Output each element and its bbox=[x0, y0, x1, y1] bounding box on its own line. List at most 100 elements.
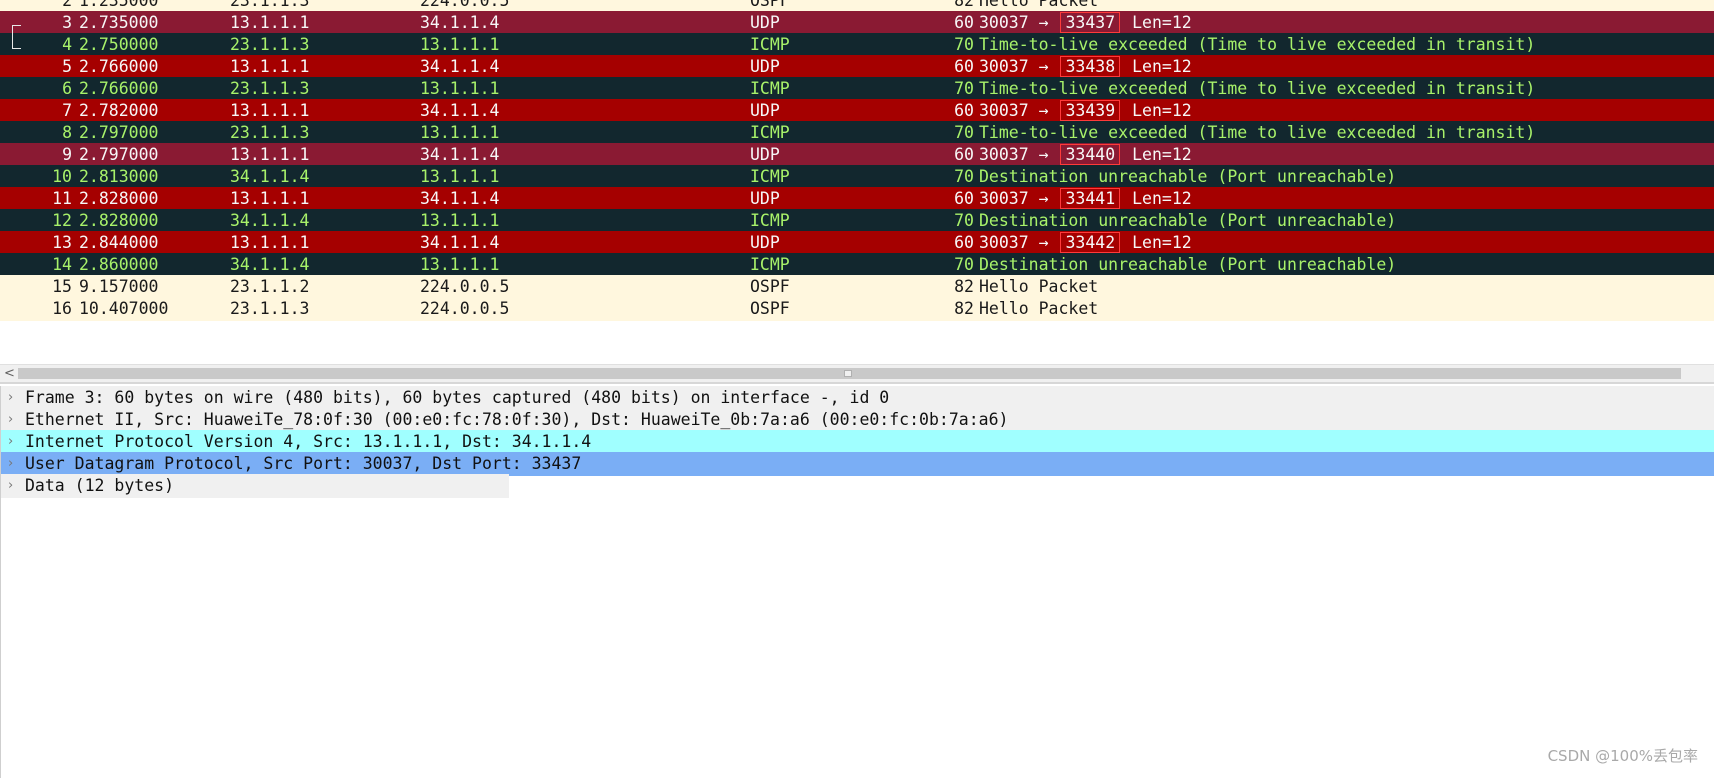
packet-number: 10 bbox=[52, 167, 72, 186]
packet-number: 16 bbox=[52, 299, 72, 318]
packet-number: 14 bbox=[52, 255, 72, 274]
packet-info: 30037 → 33440 Len=12 bbox=[979, 143, 1192, 167]
packet-info-len: Len=12 bbox=[1122, 145, 1192, 164]
packet-info-ports: 30037 → bbox=[979, 145, 1059, 164]
scrollbar-grip-icon[interactable] bbox=[844, 370, 852, 377]
packet-number: 5 bbox=[62, 57, 72, 76]
packet-number: 12 bbox=[52, 211, 72, 230]
packet-length: 60 bbox=[954, 13, 974, 32]
packet-destination: 34.1.1.4 bbox=[420, 233, 500, 252]
detail-tree-item[interactable]: › Frame 3: 60 bytes on wire (480 bits), 6… bbox=[1, 386, 1714, 410]
packet-info: Destination unreachable (Port unreachabl… bbox=[979, 167, 1397, 186]
packet-number: 13 bbox=[52, 233, 72, 252]
packet-row[interactable]: 15 9.157000 23.1.1.2 224.0.0.5 OSPF 82 Hello P… bbox=[0, 275, 1714, 299]
packet-time: 10.407000 bbox=[79, 299, 169, 318]
packet-time: 2.782000 bbox=[79, 101, 159, 120]
packet-source: 13.1.1.1 bbox=[230, 189, 310, 208]
packet-row[interactable]: 13 2.844000 13.1.1.1 34.1.1.4 UDP 60 30037 → 3… bbox=[0, 231, 1714, 255]
highlighted-dst-port: 33442 bbox=[1060, 232, 1121, 253]
packet-length: 70 bbox=[954, 211, 974, 230]
packet-protocol: OSPF bbox=[750, 277, 790, 296]
highlighted-dst-port: 33438 bbox=[1060, 56, 1121, 77]
packet-source: 23.1.1.3 bbox=[230, 299, 310, 318]
packet-time: 2.813000 bbox=[79, 167, 159, 186]
packet-length: 60 bbox=[954, 145, 974, 164]
packet-protocol: ICMP bbox=[750, 255, 790, 274]
packet-number: 6 bbox=[62, 79, 72, 98]
packet-row[interactable]: 11 2.828000 13.1.1.1 34.1.1.4 UDP 60 30037 → 3… bbox=[0, 187, 1714, 211]
packet-row[interactable]: 10 2.813000 34.1.1.4 13.1.1.1 ICMP 70 Destinat… bbox=[0, 165, 1714, 189]
packet-protocol: UDP bbox=[750, 13, 780, 32]
packet-row[interactable]: 16 10.407000 23.1.1.3 224.0.0.5 OSPF 82 Hello … bbox=[0, 297, 1714, 321]
packet-time: 2.797000 bbox=[79, 145, 159, 164]
packet-source: 23.1.1.3 bbox=[230, 123, 310, 142]
packet-info: Time-to-live exceeded (Time to live exce… bbox=[979, 35, 1536, 54]
packet-row[interactable]: 3 2.735000 13.1.1.1 34.1.1.4 UDP 60 30037 → 33… bbox=[0, 11, 1714, 35]
detail-tree-item[interactable]: › User Datagram Protocol, Src Port: 30037… bbox=[1, 452, 1714, 476]
packet-number: 3 bbox=[62, 13, 72, 32]
packet-length: 70 bbox=[954, 35, 974, 54]
packet-protocol: ICMP bbox=[750, 211, 790, 230]
detail-tree-label: User Datagram Protocol, Src Port: 30037,… bbox=[25, 454, 582, 473]
packet-row[interactable]: 14 2.860000 34.1.1.4 13.1.1.1 ICMP 70 Destinat… bbox=[0, 253, 1714, 277]
packet-destination: 13.1.1.1 bbox=[420, 123, 500, 142]
packet-row[interactable]: 9 2.797000 13.1.1.1 34.1.1.4 UDP 60 30037 → 33… bbox=[0, 143, 1714, 167]
packet-info: Hello Packet bbox=[979, 277, 1099, 296]
packet-info-ports: 30037 → bbox=[979, 57, 1059, 76]
pane-splitter[interactable] bbox=[0, 382, 1714, 384]
packet-row[interactable]: 4 2.750000 23.1.1.3 13.1.1.1 ICMP 70 Time-to-l… bbox=[0, 33, 1714, 57]
expand-chevron-icon[interactable]: › bbox=[8, 452, 13, 476]
packet-info: Destination unreachable (Port unreachabl… bbox=[979, 211, 1397, 230]
packet-row[interactable]: 7 2.782000 13.1.1.1 34.1.1.4 UDP 60 30037 → 33… bbox=[0, 99, 1714, 123]
detail-tree-item[interactable]: › Ethernet II, Src: HuaweiTe_78:0f:30 (00… bbox=[1, 408, 1714, 432]
packet-info: Time-to-live exceeded (Time to live exce… bbox=[979, 79, 1536, 98]
packet-destination: 13.1.1.1 bbox=[420, 211, 500, 230]
packet-protocol: UDP bbox=[750, 57, 780, 76]
packet-info-len: Len=12 bbox=[1122, 101, 1192, 120]
packet-length: 60 bbox=[954, 233, 974, 252]
packet-protocol: UDP bbox=[750, 101, 780, 120]
packet-details-pane[interactable]: › Frame 3: 60 bytes on wire (480 bits), 6… bbox=[0, 386, 1714, 778]
packet-length: 82 bbox=[954, 277, 974, 296]
packet-row[interactable]: 12 2.828000 34.1.1.4 13.1.1.1 ICMP 70 Destinat… bbox=[0, 209, 1714, 233]
packet-destination: 34.1.1.4 bbox=[420, 57, 500, 76]
packet-source: 23.1.1.2 bbox=[230, 277, 310, 296]
packet-destination: 13.1.1.1 bbox=[420, 35, 500, 54]
packet-info-ports: 30037 → bbox=[979, 233, 1059, 252]
expand-chevron-icon[interactable]: › bbox=[8, 408, 13, 432]
packet-destination: 224.0.0.5 bbox=[420, 299, 510, 318]
packet-list[interactable]: 2 1.235000 23.1.1.3 224.0.0.5 OSPF 82 Hello Pa… bbox=[0, 0, 1714, 350]
packet-length: 70 bbox=[954, 123, 974, 142]
highlighted-dst-port: 33437 bbox=[1060, 12, 1121, 33]
detail-tree-label: Internet Protocol Version 4, Src: 13.1.1… bbox=[25, 432, 592, 451]
packet-info-ports: 30037 → bbox=[979, 101, 1059, 120]
packet-number: 11 bbox=[52, 189, 72, 208]
expand-chevron-icon[interactable]: › bbox=[8, 474, 13, 498]
packet-row[interactable]: 5 2.766000 13.1.1.1 34.1.1.4 UDP 60 30037 → 33… bbox=[0, 55, 1714, 79]
packet-row[interactable]: 8 2.797000 23.1.1.3 13.1.1.1 ICMP 70 Time-to-l… bbox=[0, 121, 1714, 145]
packet-info-len: Len=12 bbox=[1122, 57, 1192, 76]
packet-list-horizontal-scrollbar[interactable]: < bbox=[0, 364, 1714, 382]
packet-row[interactable]: 6 2.766000 23.1.1.3 13.1.1.1 ICMP 70 Time-to-l… bbox=[0, 77, 1714, 101]
detail-tree-item[interactable]: › Data (12 bytes) bbox=[1, 474, 509, 498]
packet-length: 82 bbox=[954, 299, 974, 318]
packet-source: 13.1.1.1 bbox=[230, 233, 310, 252]
packet-info-ports: 30037 → bbox=[979, 13, 1059, 32]
packet-destination: 13.1.1.1 bbox=[420, 255, 500, 274]
highlighted-dst-port: 33441 bbox=[1060, 188, 1121, 209]
packet-length: 70 bbox=[954, 79, 974, 98]
highlighted-dst-port: 33439 bbox=[1060, 100, 1121, 121]
scroll-left-arrow-icon[interactable]: < bbox=[4, 365, 15, 382]
packet-destination: 34.1.1.4 bbox=[420, 101, 500, 120]
packet-protocol: UDP bbox=[750, 145, 780, 164]
packet-destination: 13.1.1.1 bbox=[420, 167, 500, 186]
packet-protocol: ICMP bbox=[750, 79, 790, 98]
packet-time: 2.735000 bbox=[79, 13, 159, 32]
expand-chevron-icon[interactable]: › bbox=[8, 386, 13, 410]
packet-protocol: ICMP bbox=[750, 123, 790, 142]
detail-tree-item[interactable]: › Internet Protocol Version 4, Src: 13.1.… bbox=[1, 430, 1714, 454]
expand-chevron-icon[interactable]: › bbox=[8, 430, 13, 454]
packet-length: 60 bbox=[954, 57, 974, 76]
packet-info: 30037 → 33438 Len=12 bbox=[979, 55, 1192, 79]
packet-destination: 34.1.1.4 bbox=[420, 13, 500, 32]
